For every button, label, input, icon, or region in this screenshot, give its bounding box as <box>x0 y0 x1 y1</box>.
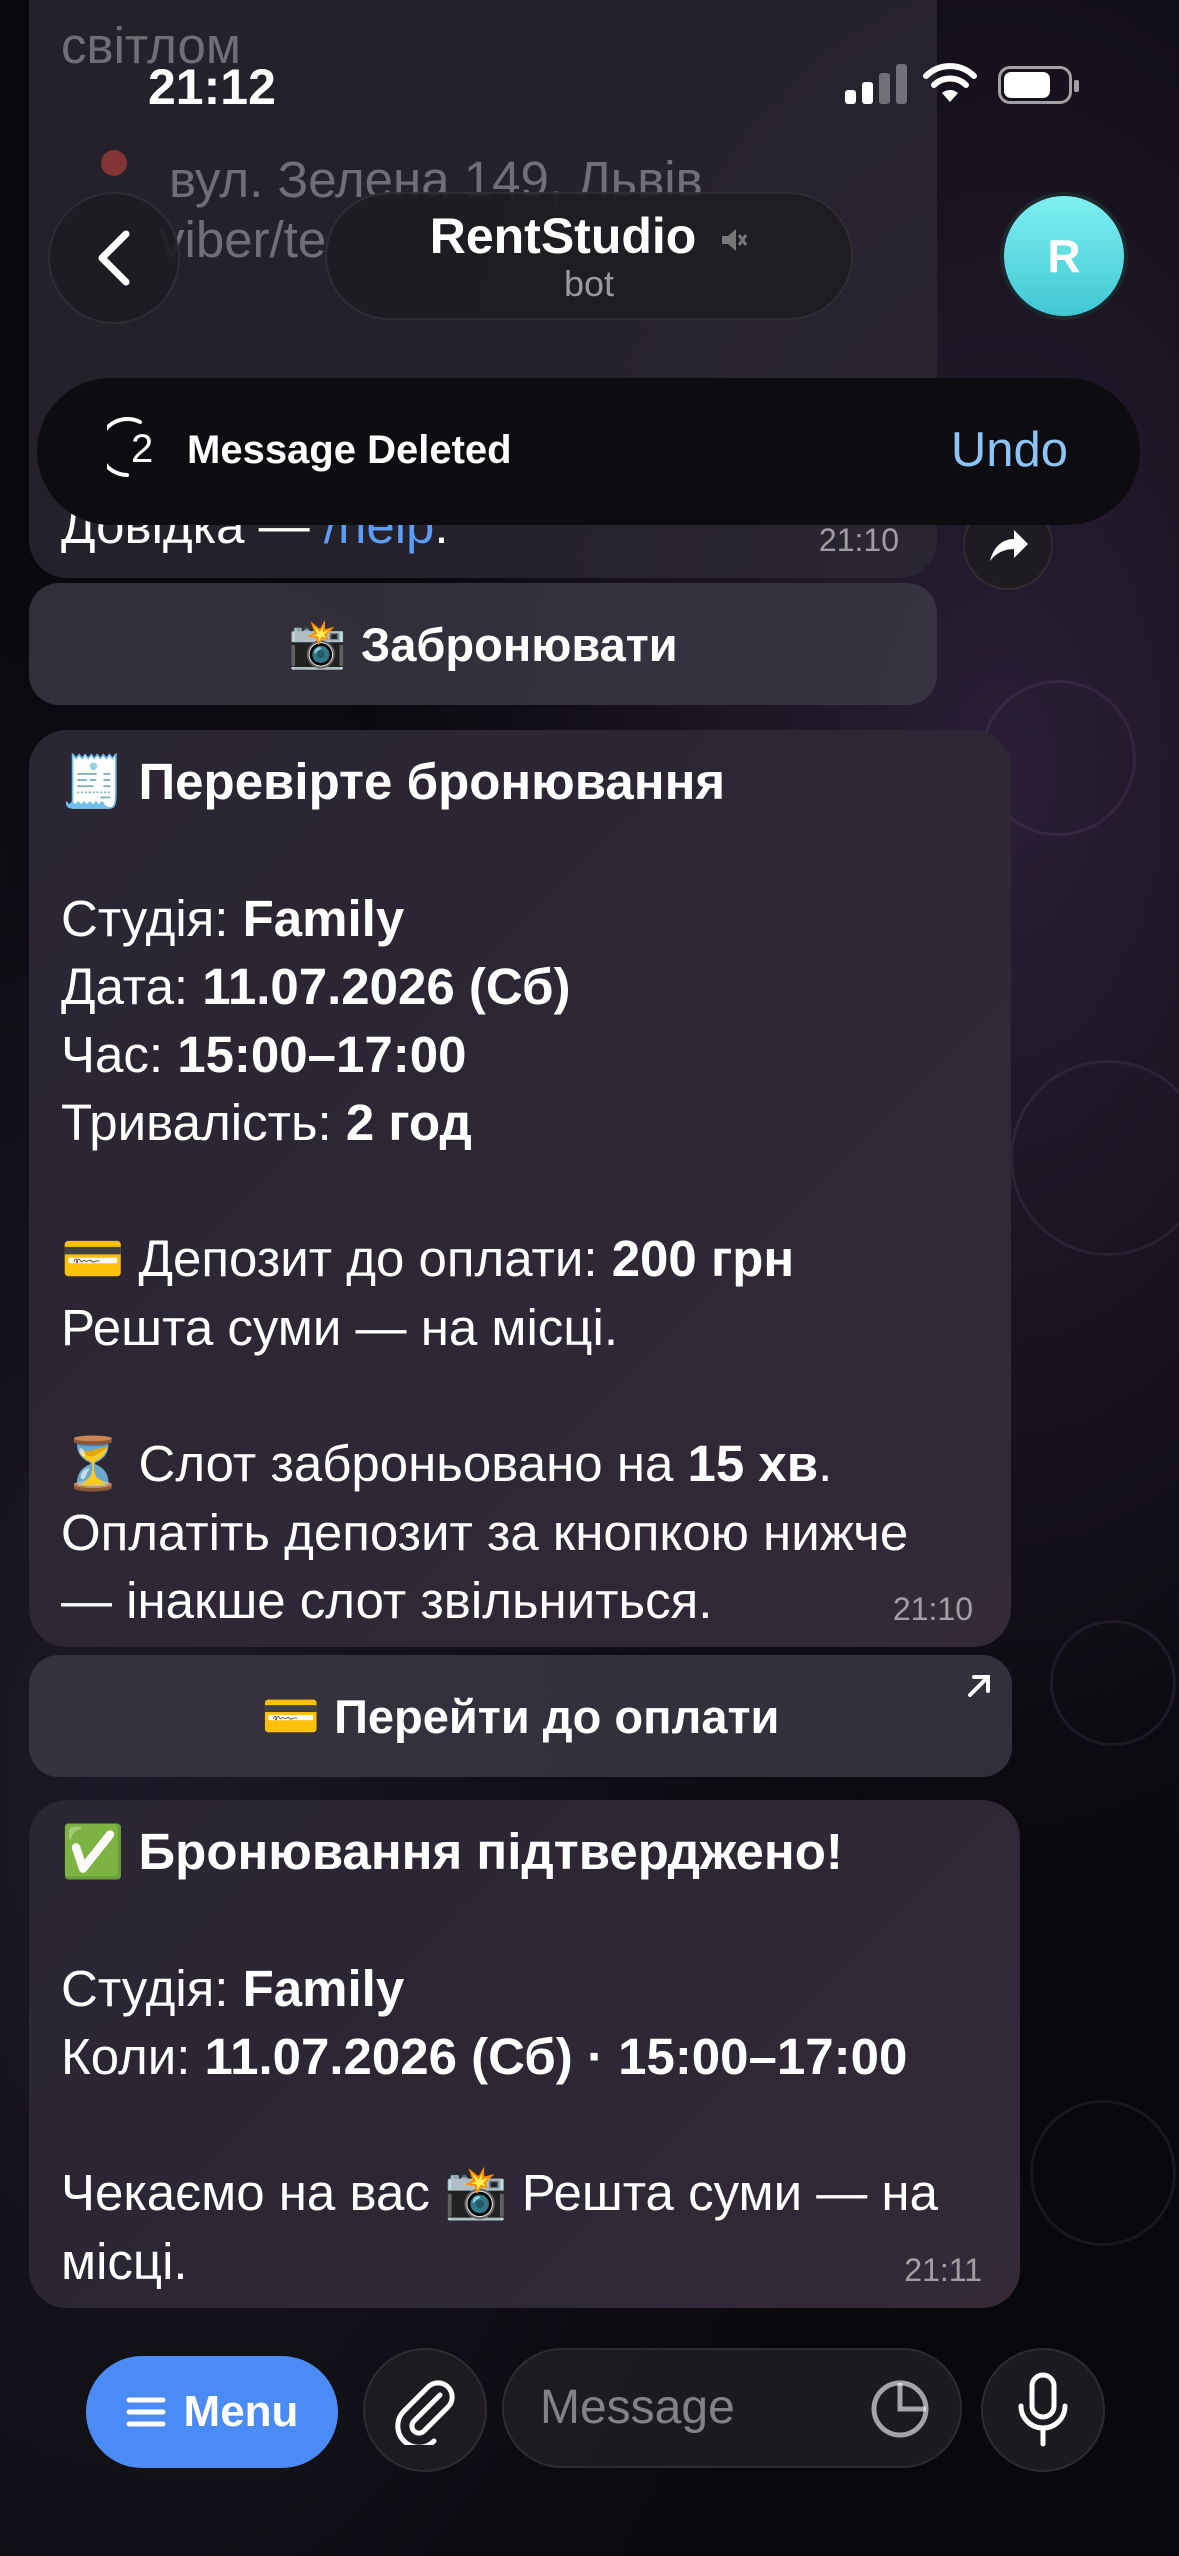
pay-button-label: Перейти до оплати <box>334 1689 780 1743</box>
toast-label: Message Deleted <box>187 428 512 472</box>
hourglass-icon: ⏳ <box>61 1435 125 1494</box>
undo-button[interactable]: Undo <box>951 422 1068 478</box>
time-label: Час: <box>61 1026 178 1083</box>
wait-prefix: Чекаємо на вас <box>61 2164 445 2221</box>
voice-message-button[interactable] <box>981 2348 1105 2472</box>
deposit-label: Депозит до оплати: <box>138 1230 612 1287</box>
message-placeholder: Message <box>540 2381 735 2434</box>
attach-button[interactable] <box>363 2348 487 2472</box>
chat-subtitle: bot <box>563 263 615 304</box>
chevron-left-icon <box>98 230 130 286</box>
studio-label: Студія: <box>61 890 243 947</box>
when-value: 11.07.2026 (Сб) · 15:00–17:00 <box>204 2028 908 2085</box>
slot-prefix: Слот заброньовано на <box>138 1435 688 1492</box>
menu-button[interactable]: Menu <box>78 2348 346 2476</box>
when-label: Коли: <box>61 2028 205 2085</box>
deposit-value: 200 грн <box>611 1230 795 1287</box>
studio-value: Family <box>242 890 405 947</box>
paperclip-icon <box>395 2380 455 2445</box>
battery-icon <box>998 66 1079 104</box>
hamburger-menu-icon <box>126 2397 166 2427</box>
wait-line: місці. <box>61 2233 188 2290</box>
booking-confirmed-message: ✅ Бронювання підтверджено! Студія: Family… <box>29 1800 1020 2308</box>
duration-label: Тривалість: <box>61 1094 346 1151</box>
book-button-label: Забронювати <box>360 617 678 671</box>
signal-icon <box>845 62 907 104</box>
sticker-icon[interactable] <box>868 2377 932 2441</box>
chat-title-pill[interactable]: RentStudio bot <box>325 192 853 320</box>
menu-label: Menu <box>183 2387 299 2436</box>
message-input[interactable]: Message <box>502 2348 962 2468</box>
camera-flash-icon: 📸 <box>288 616 347 672</box>
message-deleted-toast: 2 Message Deleted Undo <box>37 378 1140 525</box>
countdown-number: 2 <box>131 427 154 471</box>
background-doodle <box>1050 1620 1176 1746</box>
avatar-letter: R <box>1047 230 1081 282</box>
message-time: 21:11 <box>904 2252 982 2288</box>
time-value: 15:00–17:00 <box>177 1026 467 1083</box>
background-doodle <box>1010 1060 1179 1256</box>
date-value: 11.07.2026 (Сб) <box>202 958 571 1015</box>
check-mark-icon: ✅ <box>61 1823 125 1882</box>
message-time: 21:10 <box>818 522 899 558</box>
book-button[interactable]: 📸 Забронювати <box>29 583 937 705</box>
rest-line: Решта суми — на місці. <box>61 1299 618 1356</box>
credit-card-icon: 💳 <box>261 1688 321 1744</box>
check-title: Перевірте бронювання <box>138 753 726 810</box>
date-label: Дата: <box>61 958 203 1015</box>
pay-button[interactable]: 💳 Перейти до оплати <box>29 1655 1012 1777</box>
previous-message-line: viber/te <box>159 211 327 268</box>
slot-value: 15 хв <box>687 1435 819 1492</box>
bot-avatar[interactable]: R <box>1000 192 1128 320</box>
external-link-arrow-icon <box>968 1675 990 1697</box>
pay-line: Оплатіть депозит за кнопкою нижче <box>61 1504 909 1561</box>
wait-suffix: Решта суми — на <box>507 2164 938 2221</box>
studio-label: Студія: <box>61 1960 243 2017</box>
studio-value: Family <box>242 1960 405 2017</box>
status-time: 21:12 <box>148 59 276 115</box>
confirm-title: Бронювання підтверджено! <box>138 1823 843 1880</box>
receipt-icon: 🧾 <box>61 753 125 812</box>
slot-suffix: . <box>818 1435 833 1492</box>
credit-card-icon: 💳 <box>61 1230 125 1289</box>
background-doodle <box>1030 2100 1176 2246</box>
muted-speaker-icon <box>722 228 748 251</box>
chat-title: RentStudio <box>429 208 697 264</box>
wifi-icon <box>923 63 977 102</box>
back-button[interactable] <box>48 192 180 324</box>
booking-check-message: 🧾 Перевірте бронювання Студія: Family Дат… <box>29 730 1011 1647</box>
camera-flash-icon: 📸 <box>444 2164 508 2223</box>
pay-line: — інакше слот звільниться. <box>61 1572 713 1629</box>
share-arrow-icon <box>990 530 1028 561</box>
message-time: 21:10 <box>892 1591 973 1627</box>
duration-value: 2 год <box>345 1094 472 1151</box>
location-pin-icon <box>101 150 127 176</box>
microphone-icon <box>1018 2372 1068 2447</box>
undo-countdown-timer: 2 <box>107 417 173 483</box>
